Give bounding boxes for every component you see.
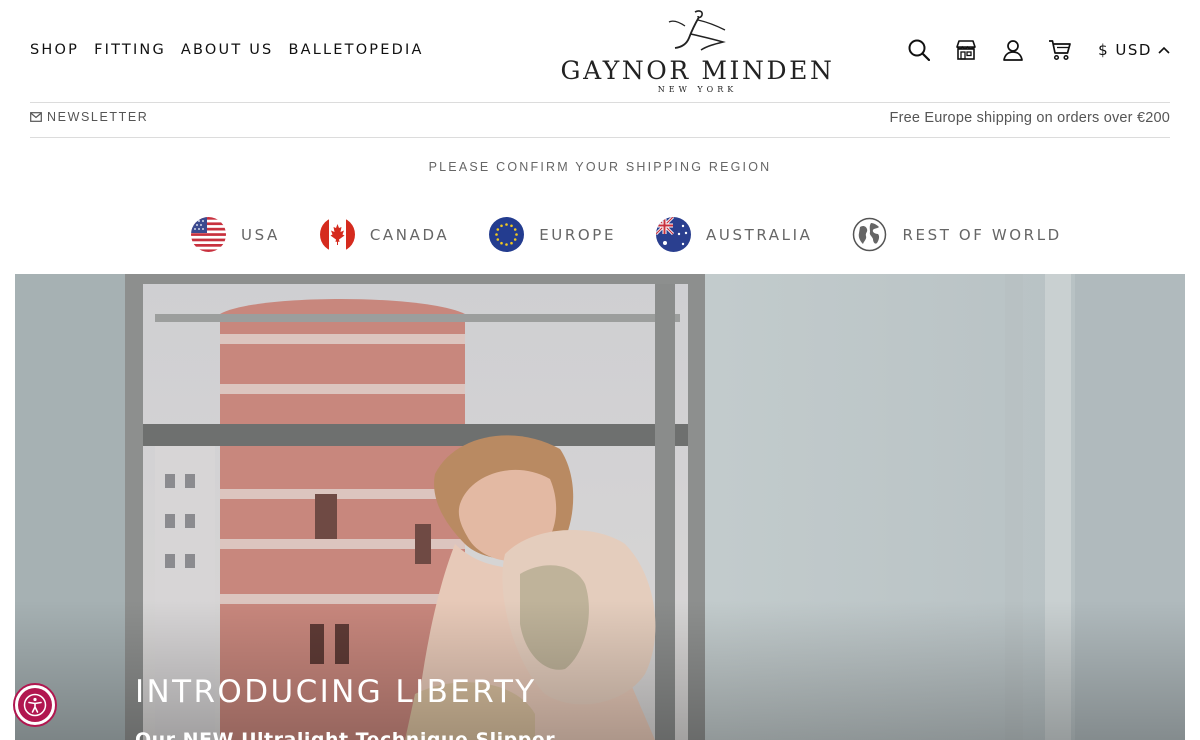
accessibility-icon <box>18 688 52 722</box>
nav-shop[interactable]: SHOP <box>30 42 79 58</box>
region-label-rest-of-world: REST OF WORLD <box>902 225 1062 244</box>
chevron-up-icon <box>1158 46 1170 54</box>
region-option-rest-of-world[interactable]: REST OF WORLD <box>852 217 1061 252</box>
region-selector-title: PLEASE CONFIRM YOUR SHIPPING REGION <box>428 160 772 174</box>
nav-fitting[interactable]: FITTING <box>94 42 166 58</box>
region-option-australia[interactable]: AUSTRALIA <box>656 217 812 252</box>
usa-flag-icon <box>191 217 226 252</box>
region-selector: USA CANADA EUROPE AUSTRALIA REST OF WORL… <box>191 217 1062 252</box>
site-header: SHOP FITTING ABOUT US BALLETOPEDIA GAYNO… <box>0 0 1200 102</box>
brand-logo[interactable]: GAYNOR MINDEN NEW YORK <box>555 8 840 98</box>
australia-flag-icon <box>656 217 692 252</box>
nav-about-us[interactable]: ABOUT US <box>181 42 274 58</box>
region-option-usa[interactable]: USA <box>191 217 280 252</box>
nav-balletopedia[interactable]: BALLETOPEDIA <box>288 42 423 58</box>
region-label-australia: AUSTRALIA <box>706 225 813 244</box>
brand-name: GAYNOR MINDEN <box>560 56 835 85</box>
utility-bar-divider <box>30 137 1170 138</box>
account-icon[interactable] <box>1001 38 1025 62</box>
globe-icon <box>852 217 887 252</box>
envelope-icon <box>30 112 42 122</box>
cart-icon[interactable] <box>1048 38 1072 62</box>
region-label-europe: EUROPE <box>539 225 617 244</box>
search-icon[interactable] <box>907 38 931 62</box>
main-nav: SHOP FITTING ABOUT US BALLETOPEDIA <box>30 42 424 58</box>
newsletter-link[interactable]: NEWSLETTER <box>30 110 148 124</box>
region-label-canada: CANADA <box>369 225 450 244</box>
store-icon[interactable] <box>954 38 978 62</box>
region-option-europe[interactable]: EUROPE <box>489 217 616 252</box>
currency-label: $ USD <box>1098 41 1152 59</box>
header-icons: $ USD <box>907 38 1170 62</box>
europe-flag-icon <box>489 217 525 252</box>
accessibility-button[interactable] <box>13 683 57 727</box>
dancer-logo-icon <box>668 10 726 51</box>
hero-subtitle: Our NEW Ultralight Technique Slipper <box>135 729 556 740</box>
brand-city: NEW YORK <box>657 85 738 94</box>
hero-photo <box>15 274 1185 740</box>
region-label-usa: USA <box>241 225 280 244</box>
hero-title: INTRODUCING LIBERTY <box>135 674 537 710</box>
canada-flag-icon <box>319 217 355 252</box>
currency-selector[interactable]: $ USD <box>1098 41 1170 59</box>
header-divider <box>30 102 1170 103</box>
newsletter-label: NEWSLETTER <box>47 110 149 124</box>
hero-banner[interactable]: INTRODUCING LIBERTY Our NEW Ultralight T… <box>15 274 1185 740</box>
shipping-promo-text: Free Europe shipping on orders over €200 <box>889 110 1170 126</box>
region-option-canada[interactable]: CANADA <box>319 217 450 252</box>
